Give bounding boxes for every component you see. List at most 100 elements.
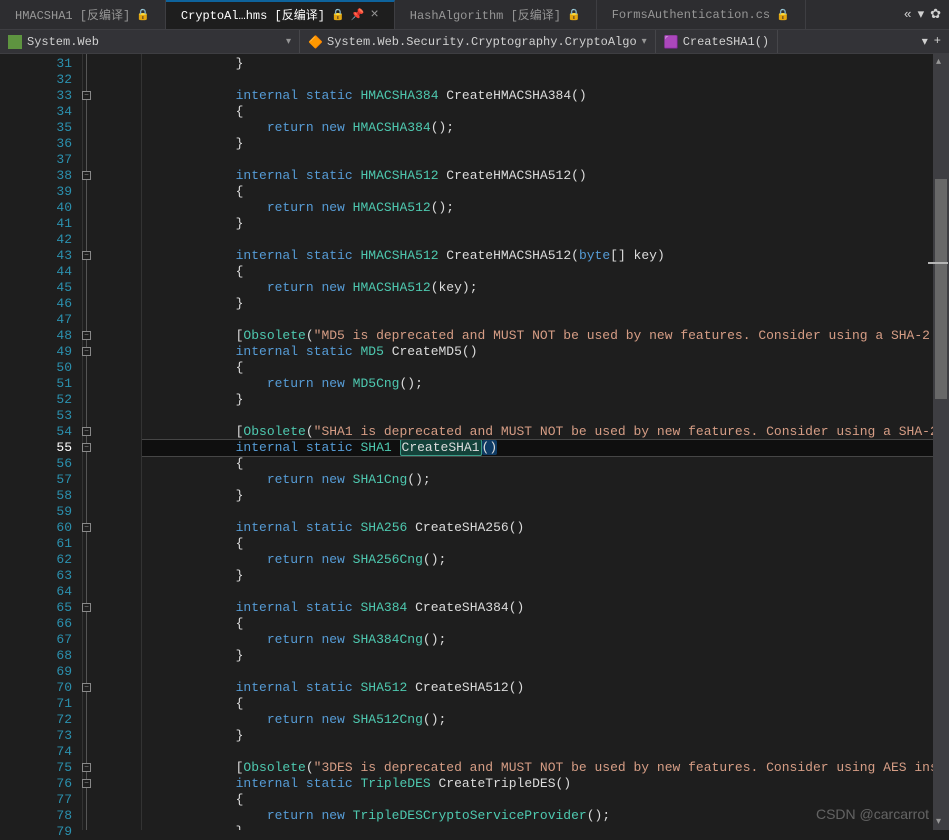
code-line[interactable]: internal static SHA512 CreateSHA512() bbox=[142, 680, 949, 696]
line-number: 38 bbox=[0, 168, 72, 184]
code-line[interactable]: return new HMACSHA384(); bbox=[142, 120, 949, 136]
code-line[interactable]: } bbox=[142, 216, 949, 232]
chevron-down-icon[interactable]: ▾ bbox=[642, 36, 647, 48]
code-line[interactable]: internal static SHA1 CreateSHA1() bbox=[142, 440, 949, 456]
line-number: 35 bbox=[0, 120, 72, 136]
tab-hmacsha1[interactable]: HMACSHA1 [反编译] 🔒 bbox=[0, 0, 166, 29]
pin-icon[interactable]: 📌 bbox=[351, 8, 365, 22]
fold-toggle-icon[interactable]: − bbox=[82, 683, 91, 692]
scrollbar-thumb[interactable] bbox=[935, 179, 947, 399]
code-line[interactable]: } bbox=[142, 824, 949, 830]
outline-margin[interactable]: − − − − − − − − − − − − bbox=[82, 54, 142, 830]
code-line[interactable]: } bbox=[142, 648, 949, 664]
code-line[interactable]: { bbox=[142, 184, 949, 200]
split-plus-icon[interactable]: + bbox=[934, 34, 941, 49]
code-line[interactable]: return new TripleDESCryptoServiceProvide… bbox=[142, 808, 949, 824]
code-line[interactable]: { bbox=[142, 696, 949, 712]
code-line[interactable]: { bbox=[142, 264, 949, 280]
code-line[interactable]: } bbox=[142, 392, 949, 408]
code-line[interactable] bbox=[142, 152, 949, 168]
breadcrumb-method[interactable]: 🟪 CreateSHA1() bbox=[656, 30, 778, 53]
code-line[interactable]: { bbox=[142, 360, 949, 376]
code-line[interactable]: } bbox=[142, 136, 949, 152]
code-line[interactable] bbox=[142, 664, 949, 680]
code-line[interactable] bbox=[142, 312, 949, 328]
code-line[interactable]: internal static SHA384 CreateSHA384() bbox=[142, 600, 949, 616]
code-line[interactable]: [Obsolete("MD5 is deprecated and MUST NO… bbox=[142, 328, 949, 344]
chevron-down-icon[interactable]: ▾ bbox=[286, 36, 291, 48]
fold-toggle-icon[interactable]: − bbox=[82, 523, 91, 532]
scroll-up-icon[interactable]: ▴ bbox=[936, 56, 941, 68]
tab-cryptoalgorithms[interactable]: CryptoAl…hms [反编译] 🔒 📌 × bbox=[166, 0, 395, 29]
code-line[interactable]: return new SHA1Cng(); bbox=[142, 472, 949, 488]
code-line[interactable]: return new MD5Cng(); bbox=[142, 376, 949, 392]
line-number: 75 bbox=[0, 760, 72, 776]
code-line[interactable]: } bbox=[142, 296, 949, 312]
tab-hashalgorithm[interactable]: HashAlgorithm [反编译] 🔒 bbox=[395, 0, 597, 29]
code-line[interactable]: { bbox=[142, 456, 949, 472]
vertical-scrollbar[interactable]: ▴ ▾ bbox=[933, 54, 949, 830]
code-line[interactable] bbox=[142, 408, 949, 424]
code-line[interactable]: internal static MD5 CreateMD5() bbox=[142, 344, 949, 360]
code-line[interactable]: } bbox=[142, 728, 949, 744]
code-line[interactable]: return new SHA512Cng(); bbox=[142, 712, 949, 728]
line-number: 39 bbox=[0, 184, 72, 200]
gear-icon[interactable]: ✿ bbox=[930, 7, 941, 22]
scroll-down-icon[interactable]: ▾ bbox=[936, 816, 941, 828]
code-line[interactable] bbox=[142, 584, 949, 600]
line-number: 66 bbox=[0, 616, 72, 632]
tabs-overflow-icon[interactable]: « bbox=[904, 7, 912, 22]
code-line[interactable]: return new HMACSHA512(); bbox=[142, 200, 949, 216]
chevron-down-icon[interactable]: ▾ bbox=[922, 34, 928, 49]
fold-toggle-icon[interactable]: − bbox=[82, 763, 91, 772]
breadcrumb-project[interactable]: System.Web ▾ bbox=[0, 30, 300, 53]
fold-toggle-icon[interactable]: − bbox=[82, 603, 91, 612]
fold-toggle-icon[interactable]: − bbox=[82, 251, 91, 260]
code-line[interactable]: } bbox=[142, 56, 949, 72]
code-line[interactable]: [Obsolete("SHA1 is deprecated and MUST N… bbox=[142, 424, 949, 440]
code-line[interactable]: } bbox=[142, 488, 949, 504]
code-editor[interactable]: 3132333435363738394041424344454647484950… bbox=[0, 54, 949, 830]
breadcrumb-class[interactable]: 🔶 System.Web.Security.Cryptography.Crypt… bbox=[300, 30, 656, 53]
line-number: 72 bbox=[0, 712, 72, 728]
lock-icon: 🔒 bbox=[776, 8, 790, 22]
code-line[interactable] bbox=[142, 504, 949, 520]
code-line[interactable]: [Obsolete("3DES is deprecated and MUST N… bbox=[142, 760, 949, 776]
fold-toggle-icon[interactable]: − bbox=[82, 171, 91, 180]
line-number: 77 bbox=[0, 792, 72, 808]
fold-toggle-icon[interactable]: − bbox=[82, 779, 91, 788]
code-line[interactable]: internal static SHA256 CreateSHA256() bbox=[142, 520, 949, 536]
fold-toggle-icon[interactable]: − bbox=[82, 347, 91, 356]
code-line[interactable]: return new HMACSHA512(key); bbox=[142, 280, 949, 296]
code-line[interactable]: internal static HMACSHA512 CreateHMACSHA… bbox=[142, 168, 949, 184]
code-line[interactable]: return new SHA256Cng(); bbox=[142, 552, 949, 568]
tab-formsauthentication[interactable]: FormsAuthentication.cs 🔒 bbox=[597, 0, 806, 29]
code-line[interactable] bbox=[142, 72, 949, 88]
code-line[interactable]: { bbox=[142, 616, 949, 632]
code-line[interactable]: return new SHA384Cng(); bbox=[142, 632, 949, 648]
code-line[interactable]: { bbox=[142, 792, 949, 808]
code-line[interactable]: internal static HMACSHA512 CreateHMACSHA… bbox=[142, 248, 949, 264]
tabs-dropdown-icon[interactable]: ▾ bbox=[918, 7, 925, 22]
code-line[interactable]: } bbox=[142, 568, 949, 584]
fold-toggle-icon[interactable]: − bbox=[82, 443, 91, 452]
line-number: 49 bbox=[0, 344, 72, 360]
fold-toggle-icon[interactable]: − bbox=[82, 331, 91, 340]
code-area[interactable]: } internal static HMACSHA384 CreateHMACS… bbox=[142, 54, 949, 830]
line-number: 74 bbox=[0, 744, 72, 760]
fold-toggle-icon[interactable]: − bbox=[82, 427, 91, 436]
code-line[interactable]: { bbox=[142, 104, 949, 120]
line-number: 42 bbox=[0, 232, 72, 248]
code-line[interactable]: internal static TripleDES CreateTripleDE… bbox=[142, 776, 949, 792]
tab-label: FormsAuthentication.cs bbox=[612, 8, 770, 22]
code-line[interactable]: internal static HMACSHA384 CreateHMACSHA… bbox=[142, 88, 949, 104]
code-line[interactable] bbox=[142, 744, 949, 760]
line-number: 59 bbox=[0, 504, 72, 520]
code-line[interactable]: { bbox=[142, 536, 949, 552]
code-line[interactable] bbox=[142, 232, 949, 248]
line-number: 79 bbox=[0, 824, 72, 840]
fold-toggle-icon[interactable]: − bbox=[82, 91, 91, 100]
line-number: 54 bbox=[0, 424, 72, 440]
close-icon[interactable]: × bbox=[370, 7, 378, 23]
line-number: 76 bbox=[0, 776, 72, 792]
